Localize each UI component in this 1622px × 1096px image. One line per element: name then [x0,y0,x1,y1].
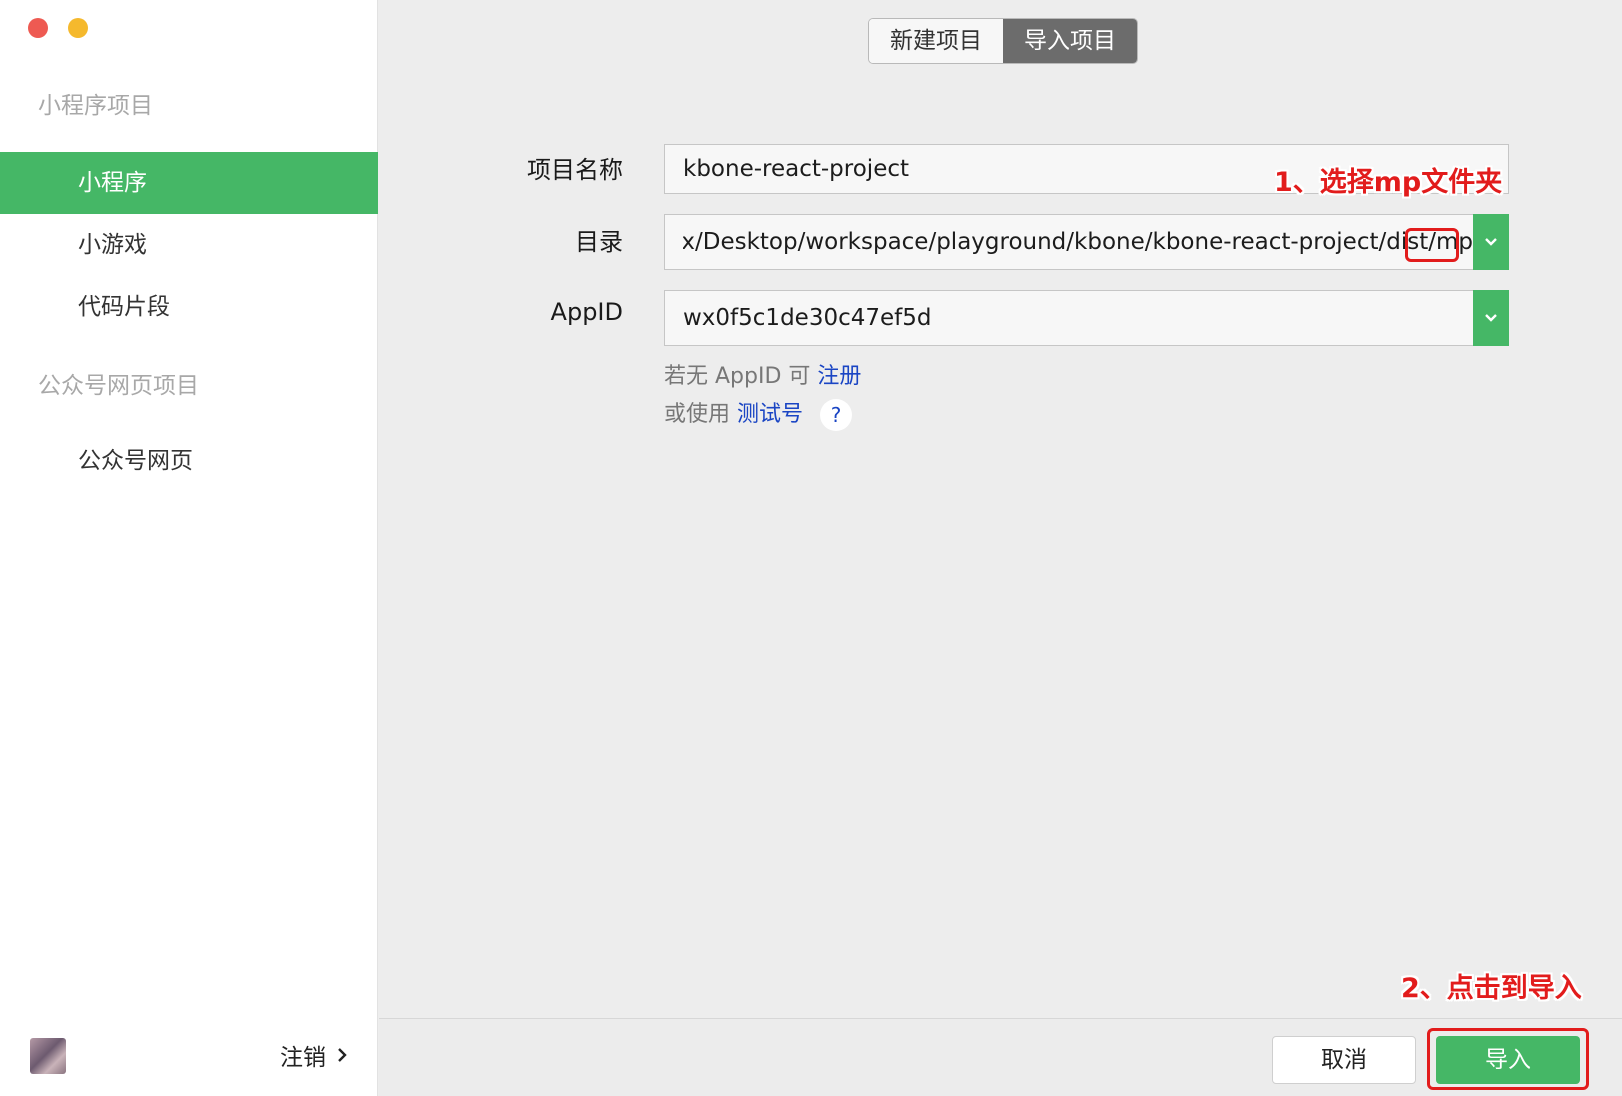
sidebar-item-label: 小程序 [78,170,147,196]
appid-value: wx0f5c1de30c47ef5d [683,305,932,331]
logout-label: 注销 [280,1045,326,1071]
directory-field[interactable]: elix/Desktop/workspace/playground/kbone/… [664,214,1509,270]
annotation-step2: 2、点击到导入 [1401,973,1582,1004]
logout-button[interactable]: 注销 [280,1038,348,1072]
tab-new-project[interactable]: 新建项目 [869,19,1003,63]
section-title-official-web: 公众号网页项目 [38,373,199,399]
sidebar: 小程序项目 小程序 小游戏 代码片段 公众号网页项目 公众号网页 注销 [0,0,378,1096]
sidebar-item-code-snippet[interactable]: 代码片段 [0,276,378,338]
section-title-mini-program: 小程序项目 [38,93,153,119]
sidebar-item-mini-program[interactable]: 小程序 [0,152,378,214]
test-account-link[interactable]: 测试号 [737,402,803,427]
sidebar-item-mini-game[interactable]: 小游戏 [0,214,378,276]
register-hint: 若无 AppID 可 注册 [664,358,861,390]
window-controls [28,18,88,38]
appid-dropdown-button[interactable] [1473,290,1509,346]
directory-dropdown-button[interactable] [1473,214,1509,270]
cancel-button[interactable]: 取消 [1272,1036,1416,1084]
action-bar: 取消 导入 [379,1018,1622,1096]
annotation-step1: 1、选择mp文件夹 [1274,167,1503,198]
main-panel: 新建项目 导入项目 项目名称 kbone-react-project 目录 el… [379,0,1622,1096]
avatar[interactable] [30,1038,66,1074]
minimize-window-button[interactable] [68,18,88,38]
test-account-hint: 或使用 测试号 ? [664,396,853,431]
register-hint-text: 若无 AppID 可 [664,364,811,389]
sidebar-item-label: 代码片段 [78,294,170,320]
help-icon[interactable]: ? [820,399,853,431]
chevron-down-icon [1485,238,1497,246]
sidebar-item-label: 小游戏 [78,232,147,258]
close-window-button[interactable] [28,18,48,38]
tab-import-project[interactable]: 导入项目 [1003,19,1137,63]
appid-field[interactable]: wx0f5c1de30c47ef5d [664,290,1509,346]
sidebar-item-label: 公众号网页 [78,448,193,474]
chevron-right-icon [338,1048,347,1062]
test-account-hint-text: 或使用 [664,402,731,427]
project-type-tabs: 新建项目 导入项目 [868,18,1138,64]
register-link[interactable]: 注册 [817,364,861,389]
directory-label: 目录 [575,228,623,256]
import-button[interactable]: 导入 [1436,1036,1580,1084]
appid-label: AppID [550,298,623,326]
project-name-value: kbone-react-project [683,156,910,182]
chevron-down-icon [1485,314,1497,322]
sidebar-item-official-web[interactable]: 公众号网页 [0,430,378,492]
mp-highlight-box [1405,228,1459,262]
sidebar-footer: 注销 [0,1014,378,1096]
project-name-label: 项目名称 [527,156,623,184]
directory-value: elix/Desktop/workspace/playground/kbone/… [683,229,1473,255]
